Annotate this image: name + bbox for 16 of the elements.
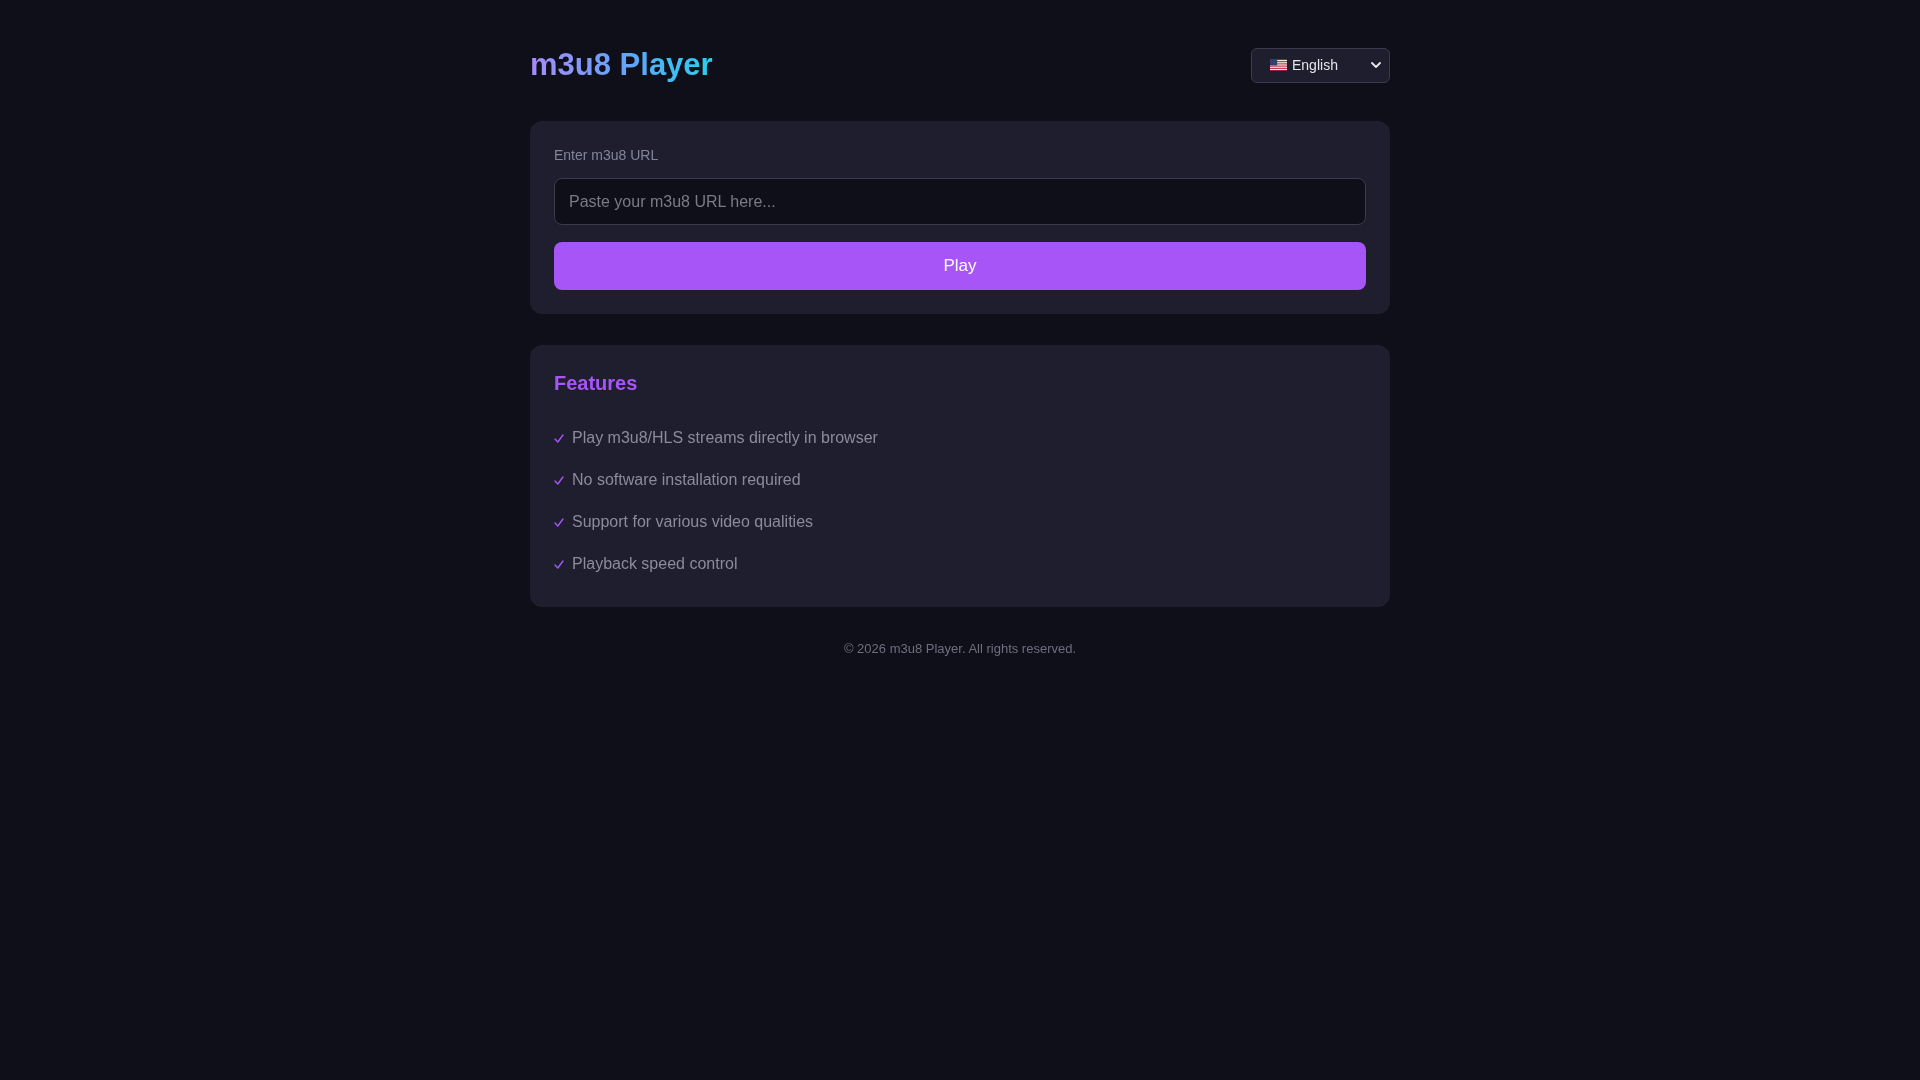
check-icon [554,517,564,527]
url-input[interactable]: Paste your m3u8 URL here... [554,178,1366,225]
check-icon [554,433,564,443]
feature-text: No software installation required [572,470,801,490]
language-select[interactable]: English [1251,47,1390,83]
feature-text: Support for various video qualities [572,512,814,532]
chevron-down-icon [1371,62,1381,68]
check-icon [554,475,564,485]
feature-text: Playback speed control [572,554,738,574]
copyright-text: © 2026 m3u8 Player. All rights reserved. [843,640,1077,658]
features-heading: Features [554,371,639,396]
play-button[interactable]: Play [554,242,1366,290]
check-icon [554,559,564,569]
feature-text: Play m3u8/HLS streams directly in browser [572,428,878,448]
url-label: Enter m3u8 URL [554,146,659,165]
flag-icon [1270,59,1287,71]
